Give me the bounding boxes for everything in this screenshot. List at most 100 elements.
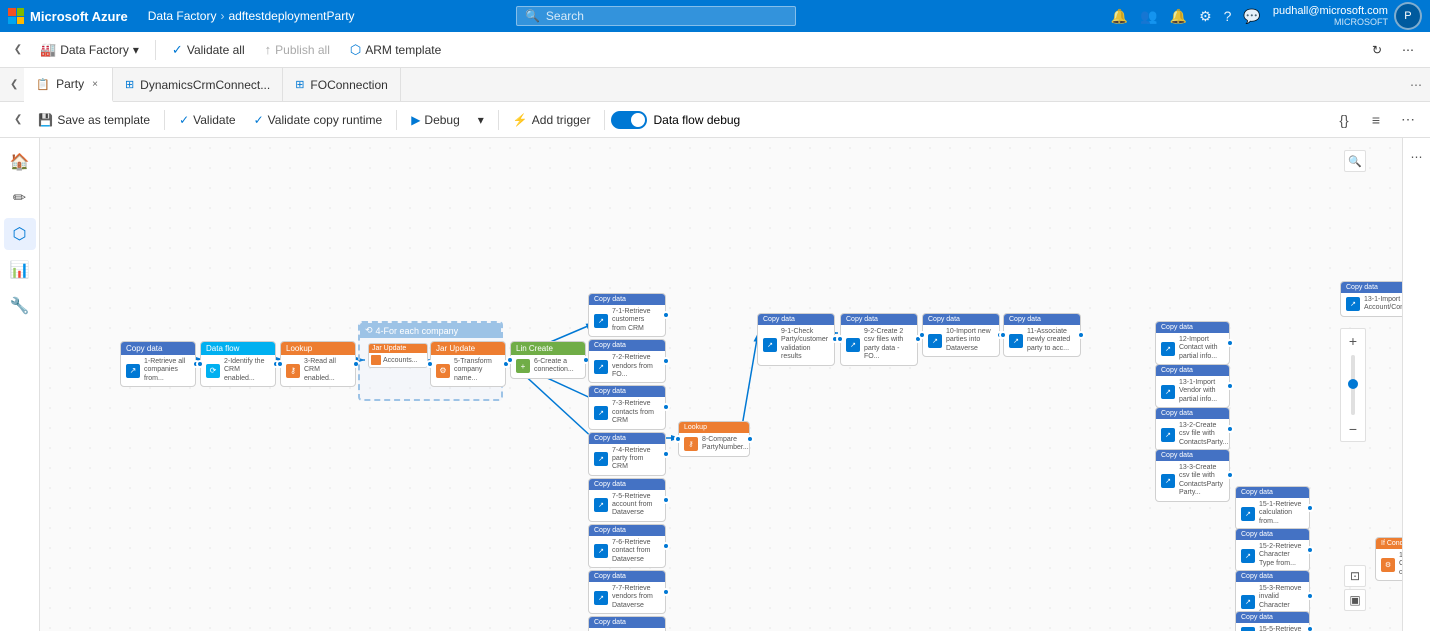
node-10-import[interactable]: Copy data ↗ 10-Import new parties into D… [922,313,1000,357]
action-collapse-btn[interactable]: ❮ [8,114,28,125]
node-7-4-port[interactable] [662,450,670,458]
breadcrumb-deployment[interactable]: adftestdeploymentParty [228,9,354,23]
sidebar-pencil-btn[interactable]: ✏ [4,182,36,214]
node-15-4-port[interactable] [1306,625,1314,631]
node-15-2-port[interactable] [1306,546,1314,554]
node-3-port-left[interactable] [276,360,284,368]
node-7-7[interactable]: Copy data ↗ 7-7-Retrieve vendors from Da… [588,570,666,614]
azure-logo[interactable]: Microsoft Azure [8,8,140,24]
code-view-btn[interactable]: {} [1330,106,1358,134]
node-7-3[interactable]: Copy data ↗ 7-3-Retrieve contacts from C… [588,385,666,429]
minimap-btn[interactable]: ▣ [1344,589,1366,611]
node-13-1-account[interactable]: Copy data ↗ 13-1-Import Account/Contact.… [1340,281,1402,317]
node-7-3-port[interactable] [662,403,670,411]
publish-all-btn[interactable]: ↑ Publish all [257,38,338,61]
node-13-1-vendor-port[interactable] [1226,382,1234,390]
node-11-associate[interactable]: Copy data ↗ 11-Associate newly created p… [1003,313,1081,357]
tab-collapse-btn[interactable]: ❮ [4,68,24,101]
node-8[interactable]: Copy data ↗ 8-Create blank csv file to h… [588,616,666,631]
node-10-port-left[interactable] [918,331,926,339]
feedback-icon[interactable]: 💬 [1243,8,1260,25]
fit-canvas-btn[interactable]: ⊡ [1344,565,1366,587]
sidebar-monitor-btn[interactable]: 📊 [4,254,36,286]
validate-all-btn[interactable]: ✓ Validate all [164,38,253,62]
node-compare[interactable]: Lookup ⚷ 8-Compare PartyNumber... [678,421,750,457]
action-more-btn[interactable]: ⋯ [1394,106,1422,134]
right-more-btn[interactable]: ⋯ [1406,146,1428,168]
data-factory-btn[interactable]: 🏭 Data Factory ▾ [32,38,147,62]
tab-more-btn[interactable]: ⋯ [1402,68,1430,101]
node-7-7-port[interactable] [662,588,670,596]
properties-btn[interactable]: ≡ [1362,106,1390,134]
search-box[interactable]: 🔍 Search [516,6,796,26]
node-13-2[interactable]: Copy data ↗ 13-2-Create csv file with Co… [1155,407,1230,451]
contacts-icon[interactable]: 👥 [1140,8,1157,25]
node-5-port-left[interactable] [426,360,434,368]
sidebar-home-btn[interactable]: 🏠 [4,146,36,178]
node-13-3[interactable]: Copy data ↗ 13-3-Create csv tile with Co… [1155,449,1230,502]
validate-btn[interactable]: ✓ Validate [171,109,244,131]
tab-dynamics[interactable]: ⊞ DynamicsCrmConnect... [113,68,283,101]
pipeline-canvas[interactable]: Copy data ↗ 1-Retrieve all companies fro… [40,138,1402,631]
refresh-btn[interactable]: ↻ [1364,39,1390,61]
node-15-3-port[interactable] [1306,592,1314,600]
node-12-contact[interactable]: Copy data ↗ 12-Import Contact with parti… [1155,321,1230,365]
node-15-1[interactable]: Copy data ↗ 15-1-Retrieve calculation fr… [1235,486,1310,530]
node-13-1-vendor[interactable]: Copy data ↗ 13-1-Import Vendor with part… [1155,364,1230,408]
node-7-6-port[interactable] [662,542,670,550]
tab-fo[interactable]: ⊞ FOConnection [283,68,401,101]
settings-icon[interactable]: ⚙ [1199,8,1212,25]
breadcrumb-datafactory[interactable]: Data Factory [148,9,217,23]
arm-template-btn[interactable]: ⬡ ARM template [342,38,449,62]
node-7-1-port[interactable] [662,311,670,319]
node-7-2-port[interactable] [662,357,670,365]
help-icon[interactable]: ? [1224,8,1232,24]
validate-copy-btn[interactable]: ✓ Validate copy runtime [246,109,391,131]
add-trigger-btn[interactable]: ⚡ Add trigger [505,109,599,131]
node-9-2-port-left[interactable] [836,335,844,343]
node-7-2[interactable]: Copy data ↗ 7-2-Retrieve vendors from FO… [588,339,666,383]
avatar[interactable]: P [1394,2,1422,30]
node-9-1[interactable]: Copy data ↗ 9-1-Check Party/customer val… [757,313,835,366]
node-11-port[interactable] [1077,331,1085,339]
tab-party[interactable]: 📋 Party × [24,68,113,102]
save-template-btn[interactable]: 💾 Save as template [30,109,158,131]
node-11-port-left[interactable] [999,331,1007,339]
zoom-out-btn[interactable]: − [1343,419,1363,439]
node-15-2[interactable]: Copy data ↗ 15-2-Retrieve Character Type… [1235,528,1310,572]
canvas-search-btn[interactable]: 🔍 [1344,150,1366,172]
alerts-icon[interactable]: 🔔 [1170,8,1187,25]
node-inside-1[interactable]: Jar Update Accounts... [368,343,428,368]
node-transform[interactable]: Jar Update ⚙ 5-Transform company name... [430,341,506,387]
debug-chevron-btn[interactable]: ▾ [470,109,492,131]
collapse-btn[interactable]: ❮ [8,40,28,60]
node-retrieve-companies[interactable]: Copy data ↗ 1-Retrieve all companies fro… [120,341,196,387]
node-13-3-port[interactable] [1226,471,1234,479]
node-9-2[interactable]: Copy data ↗ 9-2-Create 2 csv files with … [840,313,918,366]
node-7-4[interactable]: Copy data ↗ 7-4-Retrieve party from CRM [588,432,666,476]
toolbar-more-btn[interactable]: ⋯ [1394,39,1422,61]
zoom-track[interactable] [1351,355,1355,415]
user-profile[interactable]: pudhall@microsoft.com MICROSOFT P [1273,2,1422,30]
tab-party-close[interactable]: × [90,78,100,91]
node-15-4[interactable]: Copy data ↗ 15-5-Retrieve Complimentary.… [1235,611,1310,631]
node-2-port-left[interactable] [196,360,204,368]
sidebar-pipeline-btn[interactable]: ⬡ [4,218,36,250]
toggle-switch[interactable] [611,111,647,129]
node-17-merge[interactable]: If Condition ⚙ 17-1-Merge ContactsParty … [1375,537,1402,581]
node-13-2-port[interactable] [1226,425,1234,433]
notifications-icon[interactable]: 🔔 [1111,8,1128,25]
node-7-5[interactable]: Copy data ↗ 7-5-Retrieve account from Da… [588,478,666,522]
node-7-1[interactable]: Copy data ↗ 7-1-Retrieve customers from … [588,293,666,337]
debug-btn[interactable]: ▶ Debug [403,109,468,131]
node-read-crm[interactable]: Lookup ⚷ 3-Read all CRM enabled... [280,341,356,387]
node-7-5-port[interactable] [662,496,670,504]
node-compare-port-left[interactable] [674,435,682,443]
node-12-port[interactable] [1226,339,1234,347]
node-compare-port-right[interactable] [746,435,754,443]
zoom-in-btn[interactable]: + [1343,331,1363,351]
node-6-port-left[interactable] [506,356,514,364]
node-identify-crm[interactable]: Data flow ⟳ 2-Identify the CRM enabled..… [200,341,276,387]
node-7-6[interactable]: Copy data ↗ 7-6-Retrieve contact from Da… [588,524,666,568]
dataflow-debug-toggle[interactable]: Data flow debug [611,111,740,129]
